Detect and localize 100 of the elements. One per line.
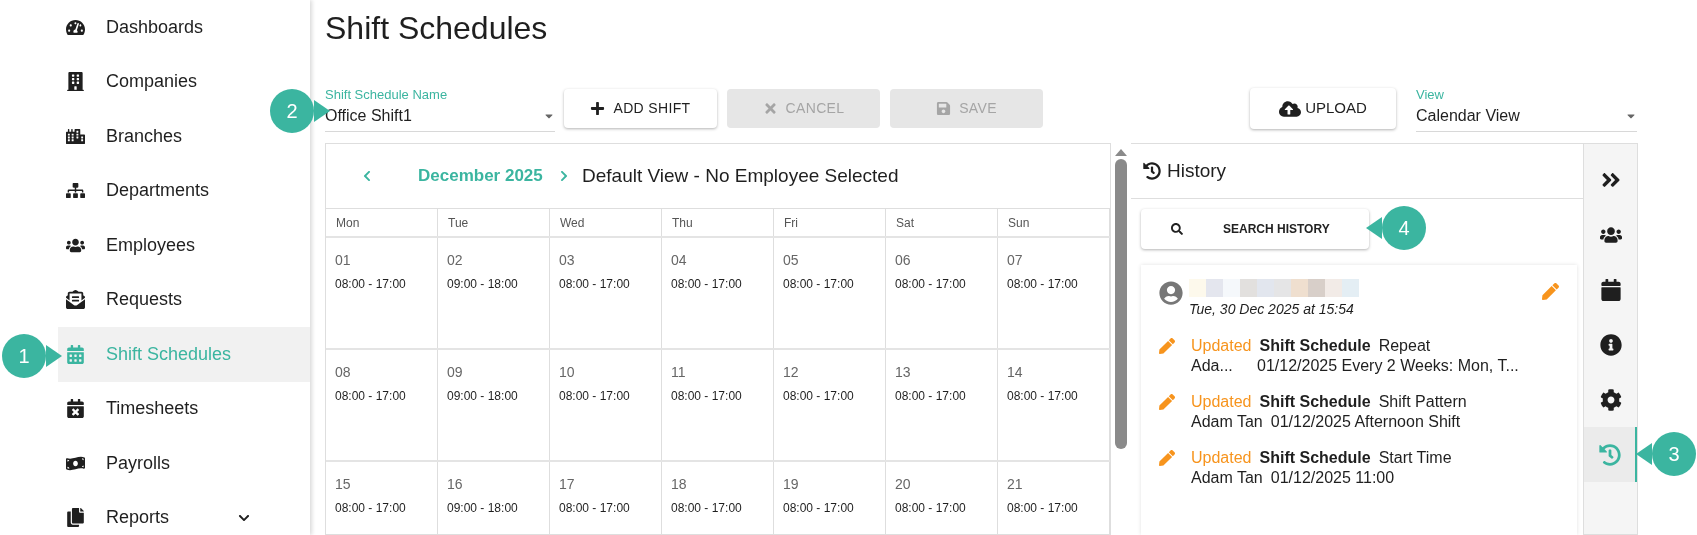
day-cell[interactable]: 15 08:00 - 17:00 <box>326 462 438 534</box>
shift-time: 08:00 - 17:00 <box>559 276 630 293</box>
floppy-icon <box>936 101 952 116</box>
day-number: 17 <box>559 475 575 494</box>
history-user: Adam Tan <box>1191 412 1263 432</box>
day-cell[interactable]: 03 08:00 - 17:00 <box>550 238 662 348</box>
history-field: Shift Pattern <box>1378 392 1467 412</box>
weekday-header: Sun <box>998 209 1110 236</box>
history-entity: Shift Schedule <box>1259 448 1371 468</box>
sidebar-item[interactable]: Branches <box>58 109 270 164</box>
sidebar-item[interactable]: Payrolls <box>58 436 270 491</box>
history-entity: Shift Schedule <box>1259 336 1371 356</box>
day-cell[interactable]: 09 09:00 - 18:00 <box>438 350 550 460</box>
sidebar-item[interactable]: Employees <box>58 218 270 273</box>
history-detail: 01/12/2025 Every 2 Weeks: Mon, T... <box>1257 356 1519 376</box>
weekday-header: Mon <box>326 209 438 236</box>
day-cell[interactable]: 04 08:00 - 17:00 <box>662 238 774 348</box>
day-cell[interactable]: 07 08:00 - 17:00 <box>998 238 1110 348</box>
history-user: Ada... <box>1191 356 1234 376</box>
building-person-icon <box>66 126 85 146</box>
day-number: 18 <box>671 475 687 494</box>
sidebar-item[interactable]: Departments <box>58 163 270 218</box>
history-action: Updated <box>1191 448 1252 468</box>
history-action: Updated <box>1191 336 1252 356</box>
day-cell[interactable]: 20 08:00 - 17:00 <box>886 462 998 534</box>
search-icon <box>1171 223 1183 235</box>
day-cell[interactable]: 11 08:00 - 17:00 <box>662 350 774 460</box>
shift-time: 08:00 - 17:00 <box>335 276 406 293</box>
view-title: Default View - No Employee Selected <box>582 163 899 188</box>
day-number: 03 <box>559 251 575 270</box>
day-number: 01 <box>335 251 351 270</box>
day-number: 20 <box>895 475 911 494</box>
sidebar-item[interactable]: Timesheets <box>58 381 270 436</box>
callout-number: 3 <box>1652 432 1696 476</box>
sidebar-item[interactable]: Reports <box>58 490 270 535</box>
history-title: History <box>1167 158 1227 183</box>
hierarchy-icon <box>66 181 85 201</box>
history-icon <box>1143 162 1161 180</box>
sidebar-item[interactable]: Companies <box>58 54 270 109</box>
day-cell[interactable]: 13 08:00 - 17:00 <box>886 350 998 460</box>
shift-time: 08:00 - 17:00 <box>783 276 854 293</box>
avatar-icon <box>1159 281 1183 305</box>
search-history-button[interactable]: SEARCH HISTORY <box>1141 209 1369 249</box>
day-number: 16 <box>447 475 463 494</box>
weekday-header: Thu <box>662 209 774 236</box>
day-cell[interactable]: 17 08:00 - 17:00 <box>550 462 662 534</box>
upload-button[interactable]: UPLOAD <box>1250 88 1396 129</box>
day-cell[interactable]: 08 08:00 - 17:00 <box>326 350 438 460</box>
day-cell[interactable]: 06 08:00 - 17:00 <box>886 238 998 348</box>
shift-time: 08:00 - 17:00 <box>783 500 854 517</box>
day-cell[interactable]: 21 08:00 - 17:00 <box>998 462 1110 534</box>
shift-time: 08:00 - 17:00 <box>671 388 742 405</box>
pencil-icon <box>1159 450 1175 466</box>
pencil-icon <box>1159 338 1175 354</box>
day-cell[interactable]: 05 08:00 - 17:00 <box>774 238 886 348</box>
day-number: 09 <box>447 363 463 382</box>
weekday-header: Sat <box>886 209 998 236</box>
history-icon <box>1598 443 1621 466</box>
shift-time: 09:00 - 18:00 <box>447 388 518 405</box>
day-cell[interactable]: 19 08:00 - 17:00 <box>774 462 886 534</box>
day-cell[interactable]: 01 08:00 - 17:00 <box>326 238 438 348</box>
gauge-icon <box>66 17 85 37</box>
history-field: Start Time <box>1378 448 1452 468</box>
day-number: 15 <box>335 475 351 494</box>
toolbar-button[interactable]: ADD SHIFT <box>564 89 717 128</box>
view-select[interactable]: View Calendar View <box>1416 84 1637 132</box>
calendar-icon <box>1599 278 1622 301</box>
shift-time: 08:00 - 17:00 <box>559 500 630 517</box>
pencil-icon <box>1159 394 1175 410</box>
day-number: 05 <box>783 251 799 270</box>
history-detail: 01/12/2025 Afternoon Shift <box>1270 412 1461 432</box>
shift-time: 08:00 - 17:00 <box>1007 276 1078 293</box>
callout-pointer <box>46 345 62 367</box>
day-cell[interactable]: 02 09:00 - 18:00 <box>438 238 550 348</box>
day-cell[interactable]: 16 09:00 - 18:00 <box>438 462 550 534</box>
day-cell[interactable]: 12 08:00 - 17:00 <box>774 350 886 460</box>
shift-time: 08:00 - 17:00 <box>671 500 742 517</box>
settings-icon <box>1599 388 1622 411</box>
shift-time: 09:00 - 18:00 <box>447 500 518 517</box>
shift-time: 08:00 - 17:00 <box>895 500 966 517</box>
shift-time: 08:00 - 17:00 <box>335 500 406 517</box>
shift-time: 08:00 - 17:00 <box>335 388 406 405</box>
info-icon <box>1599 333 1622 356</box>
shift-time: 09:00 - 18:00 <box>447 276 518 293</box>
sidebar-item[interactable]: Dashboards <box>58 0 270 55</box>
schedule-name-select[interactable]: Shift Schedule Name Office Shift1 <box>325 84 555 132</box>
plus-icon <box>590 101 606 116</box>
shift-time: 08:00 - 17:00 <box>671 276 742 293</box>
history-entity: Shift Schedule <box>1259 392 1371 412</box>
day-number: 21 <box>1007 475 1023 494</box>
day-cell[interactable]: 14 08:00 - 17:00 <box>998 350 1110 460</box>
day-cell[interactable]: 10 08:00 - 17:00 <box>550 350 662 460</box>
sidebar-item[interactable]: Requests <box>58 272 270 327</box>
day-number: 12 <box>783 363 799 382</box>
history-action: Updated <box>1191 392 1252 412</box>
day-cell[interactable]: 18 08:00 - 17:00 <box>662 462 774 534</box>
envelope-icon <box>66 290 85 310</box>
building-icon <box>66 72 85 92</box>
shift-time: 08:00 - 17:00 <box>559 388 630 405</box>
shift-time: 08:00 - 17:00 <box>1007 388 1078 405</box>
